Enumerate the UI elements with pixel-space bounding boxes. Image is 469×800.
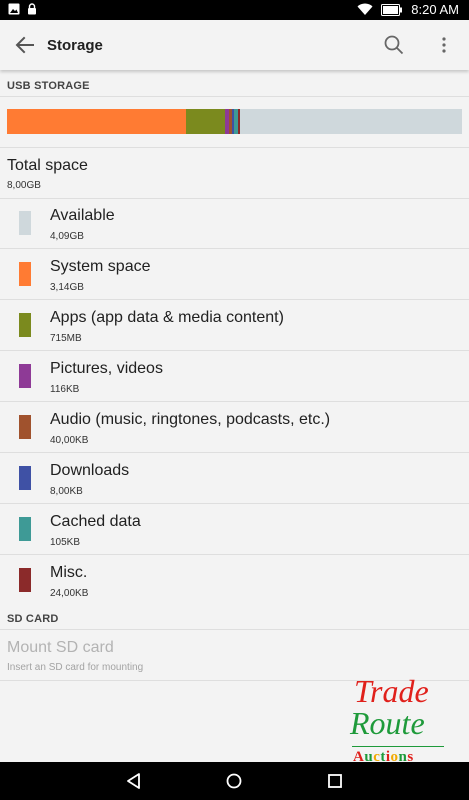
- divider: [0, 96, 469, 97]
- total-space-value: 8,00GB: [7, 180, 41, 191]
- lock-icon: [28, 3, 36, 15]
- usage-segment: [7, 109, 186, 134]
- storage-item-available[interactable]: Available 4,09GB: [0, 198, 469, 249]
- color-swatch: [19, 517, 31, 541]
- image-notification-icon: [8, 3, 20, 15]
- usb-storage-header-label: USB STORAGE: [7, 80, 90, 92]
- total-space-label: Total space: [7, 157, 88, 174]
- battery-icon: [381, 3, 403, 16]
- storage-item-label: Downloads: [50, 462, 130, 479]
- sd-card-header: SD CARD: [0, 606, 469, 630]
- storage-item-label: Misc.: [50, 564, 88, 581]
- storage-item-label: Audio (music, ringtones, podcasts, etc.): [50, 411, 331, 428]
- color-swatch: [19, 211, 31, 235]
- storage-item-label: Pictures, videos: [50, 360, 163, 377]
- storage-usage-bar: [7, 109, 462, 134]
- mount-sd-card-summary: Insert an SD card for mounting: [7, 662, 144, 673]
- storage-item-size: 24,00KB: [50, 588, 89, 599]
- storage-item-label: System space: [50, 258, 151, 275]
- storage-item-cached-data[interactable]: Cached data 105KB: [0, 504, 469, 555]
- color-swatch: [19, 364, 31, 388]
- mount-sd-card-label: Mount SD card: [7, 639, 114, 656]
- color-swatch: [19, 313, 31, 337]
- recents-nav-icon[interactable]: [325, 771, 345, 791]
- storage-item-size: 715MB: [50, 333, 82, 344]
- watermark-logo: Trade Route Auctions: [348, 673, 464, 765]
- usb-storage-header: USB STORAGE: [0, 73, 469, 97]
- back-arrow-icon[interactable]: [12, 32, 38, 58]
- storage-item-system-space[interactable]: System space 3,14GB: [0, 249, 469, 300]
- storage-item-audio[interactable]: Audio (music, ringtones, podcasts, etc.)…: [0, 402, 469, 453]
- watermark-rule: [352, 746, 444, 747]
- storage-item-size: 40,00KB: [50, 435, 89, 446]
- storage-item-size: 105KB: [50, 537, 81, 548]
- color-swatch: [19, 568, 31, 592]
- storage-item-size: 4,09GB: [50, 231, 84, 242]
- storage-item-label: Cached data: [50, 513, 141, 530]
- back-nav-icon[interactable]: [124, 771, 144, 791]
- usage-segment: [185, 109, 226, 134]
- app-toolbar: Storage: [0, 20, 469, 70]
- storage-item-label: Available: [50, 207, 115, 224]
- navigation-bar: [0, 762, 469, 800]
- storage-item-apps[interactable]: Apps (app data & media content) 715MB: [0, 300, 469, 351]
- storage-item-label: Apps (app data & media content): [50, 309, 284, 326]
- status-time: 8:20 AM: [411, 2, 459, 17]
- usage-segment: [237, 109, 241, 134]
- wifi-icon: [357, 3, 373, 15]
- storage-item-downloads[interactable]: Downloads 8,00KB: [0, 453, 469, 504]
- storage-item-size: 8,00KB: [50, 486, 83, 497]
- storage-item-size: 3,14GB: [50, 282, 84, 293]
- storage-item-misc[interactable]: Misc. 24,00KB: [0, 555, 469, 606]
- status-bar: 8:20 AM: [0, 0, 469, 20]
- search-icon[interactable]: [382, 33, 406, 57]
- color-swatch: [19, 262, 31, 286]
- storage-item-size: 116KB: [50, 384, 80, 395]
- sd-card-header-label: SD CARD: [7, 613, 59, 625]
- more-vert-icon[interactable]: [434, 33, 454, 57]
- watermark-line2: Route: [350, 705, 425, 741]
- color-swatch: [19, 466, 31, 490]
- page-title: Storage: [47, 37, 103, 54]
- total-space-row[interactable]: Total space 8,00GB: [0, 148, 469, 198]
- color-swatch: [19, 415, 31, 439]
- storage-item-pictures-videos[interactable]: Pictures, videos 116KB: [0, 351, 469, 402]
- home-nav-icon[interactable]: [224, 771, 244, 791]
